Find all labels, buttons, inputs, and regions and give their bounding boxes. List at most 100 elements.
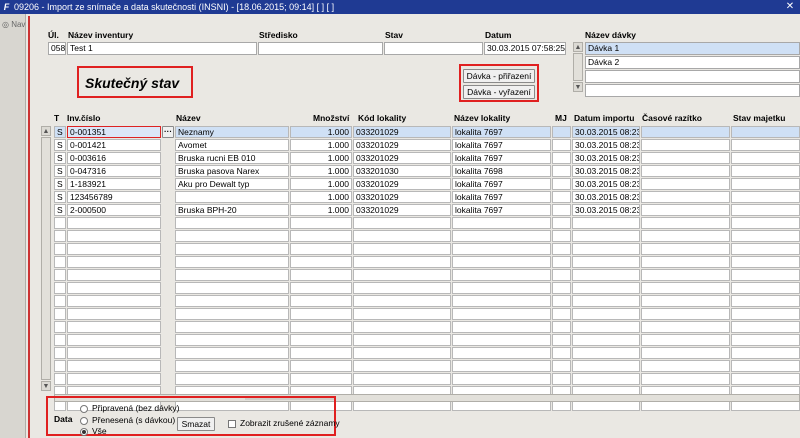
table-cell[interactable] [641,321,730,333]
table-row[interactable]: S 123456789 1.000 033201029 lokalita 7697 30.… [30,191,800,204]
empty-table-row[interactable] [30,295,800,308]
table-cell[interactable] [641,178,730,190]
table-cell[interactable]: 123456789 [67,191,161,203]
table-cell[interactable] [54,256,66,268]
table-cell[interactable] [641,282,730,294]
table-cell[interactable] [552,256,571,268]
table-cell[interactable] [731,178,800,190]
table-cell[interactable] [54,269,66,281]
table-cell[interactable] [552,347,571,359]
table-cell[interactable]: 1.000 [290,139,352,151]
table-cell[interactable] [290,308,352,320]
table-cell[interactable] [290,217,352,229]
table-cell[interactable]: 033201029 [353,191,451,203]
table-cell[interactable] [54,243,66,255]
table-cell[interactable] [452,269,551,281]
radio-icon[interactable] [80,404,88,413]
table-cell[interactable] [452,217,551,229]
table-cell[interactable]: Bruska BPH-20 [175,204,289,216]
table-cell[interactable]: 1.000 [290,152,352,164]
table-cell[interactable] [641,360,730,372]
table-cell[interactable]: 1.000 [290,178,352,190]
table-cell[interactable] [67,217,161,229]
table-cell[interactable] [353,347,451,359]
table-cell[interactable] [572,230,640,242]
empty-table-row[interactable] [30,269,800,282]
empty-table-row[interactable] [30,321,800,334]
table-cell[interactable] [552,321,571,333]
batch-item[interactable]: Dávka 2 [585,56,800,69]
table-cell[interactable] [552,334,571,346]
table-cell[interactable]: S [54,178,66,190]
table-cell[interactable]: 0-047316 [67,165,161,177]
table-cell[interactable]: lokalita 7697 [452,191,551,203]
table-cell[interactable] [452,282,551,294]
batch-item[interactable]: Dávka 1 [585,42,800,55]
table-cell[interactable]: Aku pro Dewalt typ [175,178,289,190]
table-cell[interactable] [641,152,730,164]
table-cell[interactable] [175,308,289,320]
delete-button[interactable]: Smazat [177,417,215,431]
lookup-ellipsis-button[interactable]: ··· [162,126,174,138]
empty-table-row[interactable] [30,243,800,256]
table-cell[interactable] [731,360,800,372]
table-cell[interactable] [552,152,571,164]
table-cell[interactable] [731,295,800,307]
table-cell[interactable]: S [54,191,66,203]
batch-scroll-down-icon[interactable]: ▼ [573,82,583,92]
table-cell[interactable] [175,321,289,333]
table-cell[interactable] [731,321,800,333]
table-cell[interactable]: 2-000500 [67,204,161,216]
table-cell[interactable] [67,230,161,242]
table-cell[interactable]: lokalita 7697 [452,139,551,151]
table-cell[interactable]: 033201030 [353,165,451,177]
date-field[interactable]: 30.03.2015 07:58:25 [484,42,566,55]
table-cell[interactable] [54,334,66,346]
table-cell[interactable] [731,204,800,216]
table-cell[interactable] [552,308,571,320]
nav-tab[interactable]: ◎ Nav [2,20,25,29]
table-cell[interactable]: 30.03.2015 08:23:5 [572,139,640,151]
table-cell[interactable] [175,334,289,346]
table-cell[interactable] [175,243,289,255]
table-cell[interactable]: lokalita 7698 [452,165,551,177]
table-cell[interactable] [54,230,66,242]
table-cell[interactable]: S [54,204,66,216]
table-cell[interactable]: 30.03.2015 08:23:5 [572,191,640,203]
table-cell[interactable] [290,230,352,242]
table-cell[interactable]: 033201029 [353,139,451,151]
table-cell[interactable] [452,347,551,359]
table-cell[interactable] [731,334,800,346]
table-cell[interactable] [731,347,800,359]
table-cell[interactable]: Bruska rucni EB 010 [175,152,289,164]
table-cell[interactable] [175,230,289,242]
empty-table-row[interactable] [30,360,800,373]
table-cell[interactable] [641,217,730,229]
table-cell[interactable]: Bruska pasova Narex [175,165,289,177]
table-cell[interactable]: Neznamy [175,126,289,138]
batch-item[interactable] [585,70,800,83]
table-cell[interactable] [731,243,800,255]
table-cell[interactable] [54,295,66,307]
assign-batch-button[interactable]: Dávka - přiřazení [463,69,535,83]
table-cell[interactable] [175,373,289,385]
table-cell[interactable] [175,256,289,268]
table-cell[interactable] [552,126,571,138]
table-row[interactable]: S 0-001421 Avomet 1.000 033201029 lokalita 76… [30,139,800,152]
empty-table-row[interactable] [30,230,800,243]
state-field[interactable] [384,42,483,55]
table-cell[interactable] [731,308,800,320]
table-cell[interactable]: lokalita 7697 [452,126,551,138]
table-cell[interactable] [641,139,730,151]
table-row[interactable]: S 2-000500 Bruska BPH-20 1.000 033201029 loka… [30,204,800,217]
table-cell[interactable]: 1.000 [290,204,352,216]
table-cell[interactable] [552,269,571,281]
table-cell[interactable] [67,269,161,281]
table-cell[interactable] [731,165,800,177]
table-cell[interactable]: 1.000 [290,165,352,177]
table-cell[interactable]: 033201029 [353,204,451,216]
table-cell[interactable] [552,282,571,294]
empty-table-row[interactable] [30,217,800,230]
table-cell[interactable] [290,360,352,372]
table-cell[interactable] [353,373,451,385]
